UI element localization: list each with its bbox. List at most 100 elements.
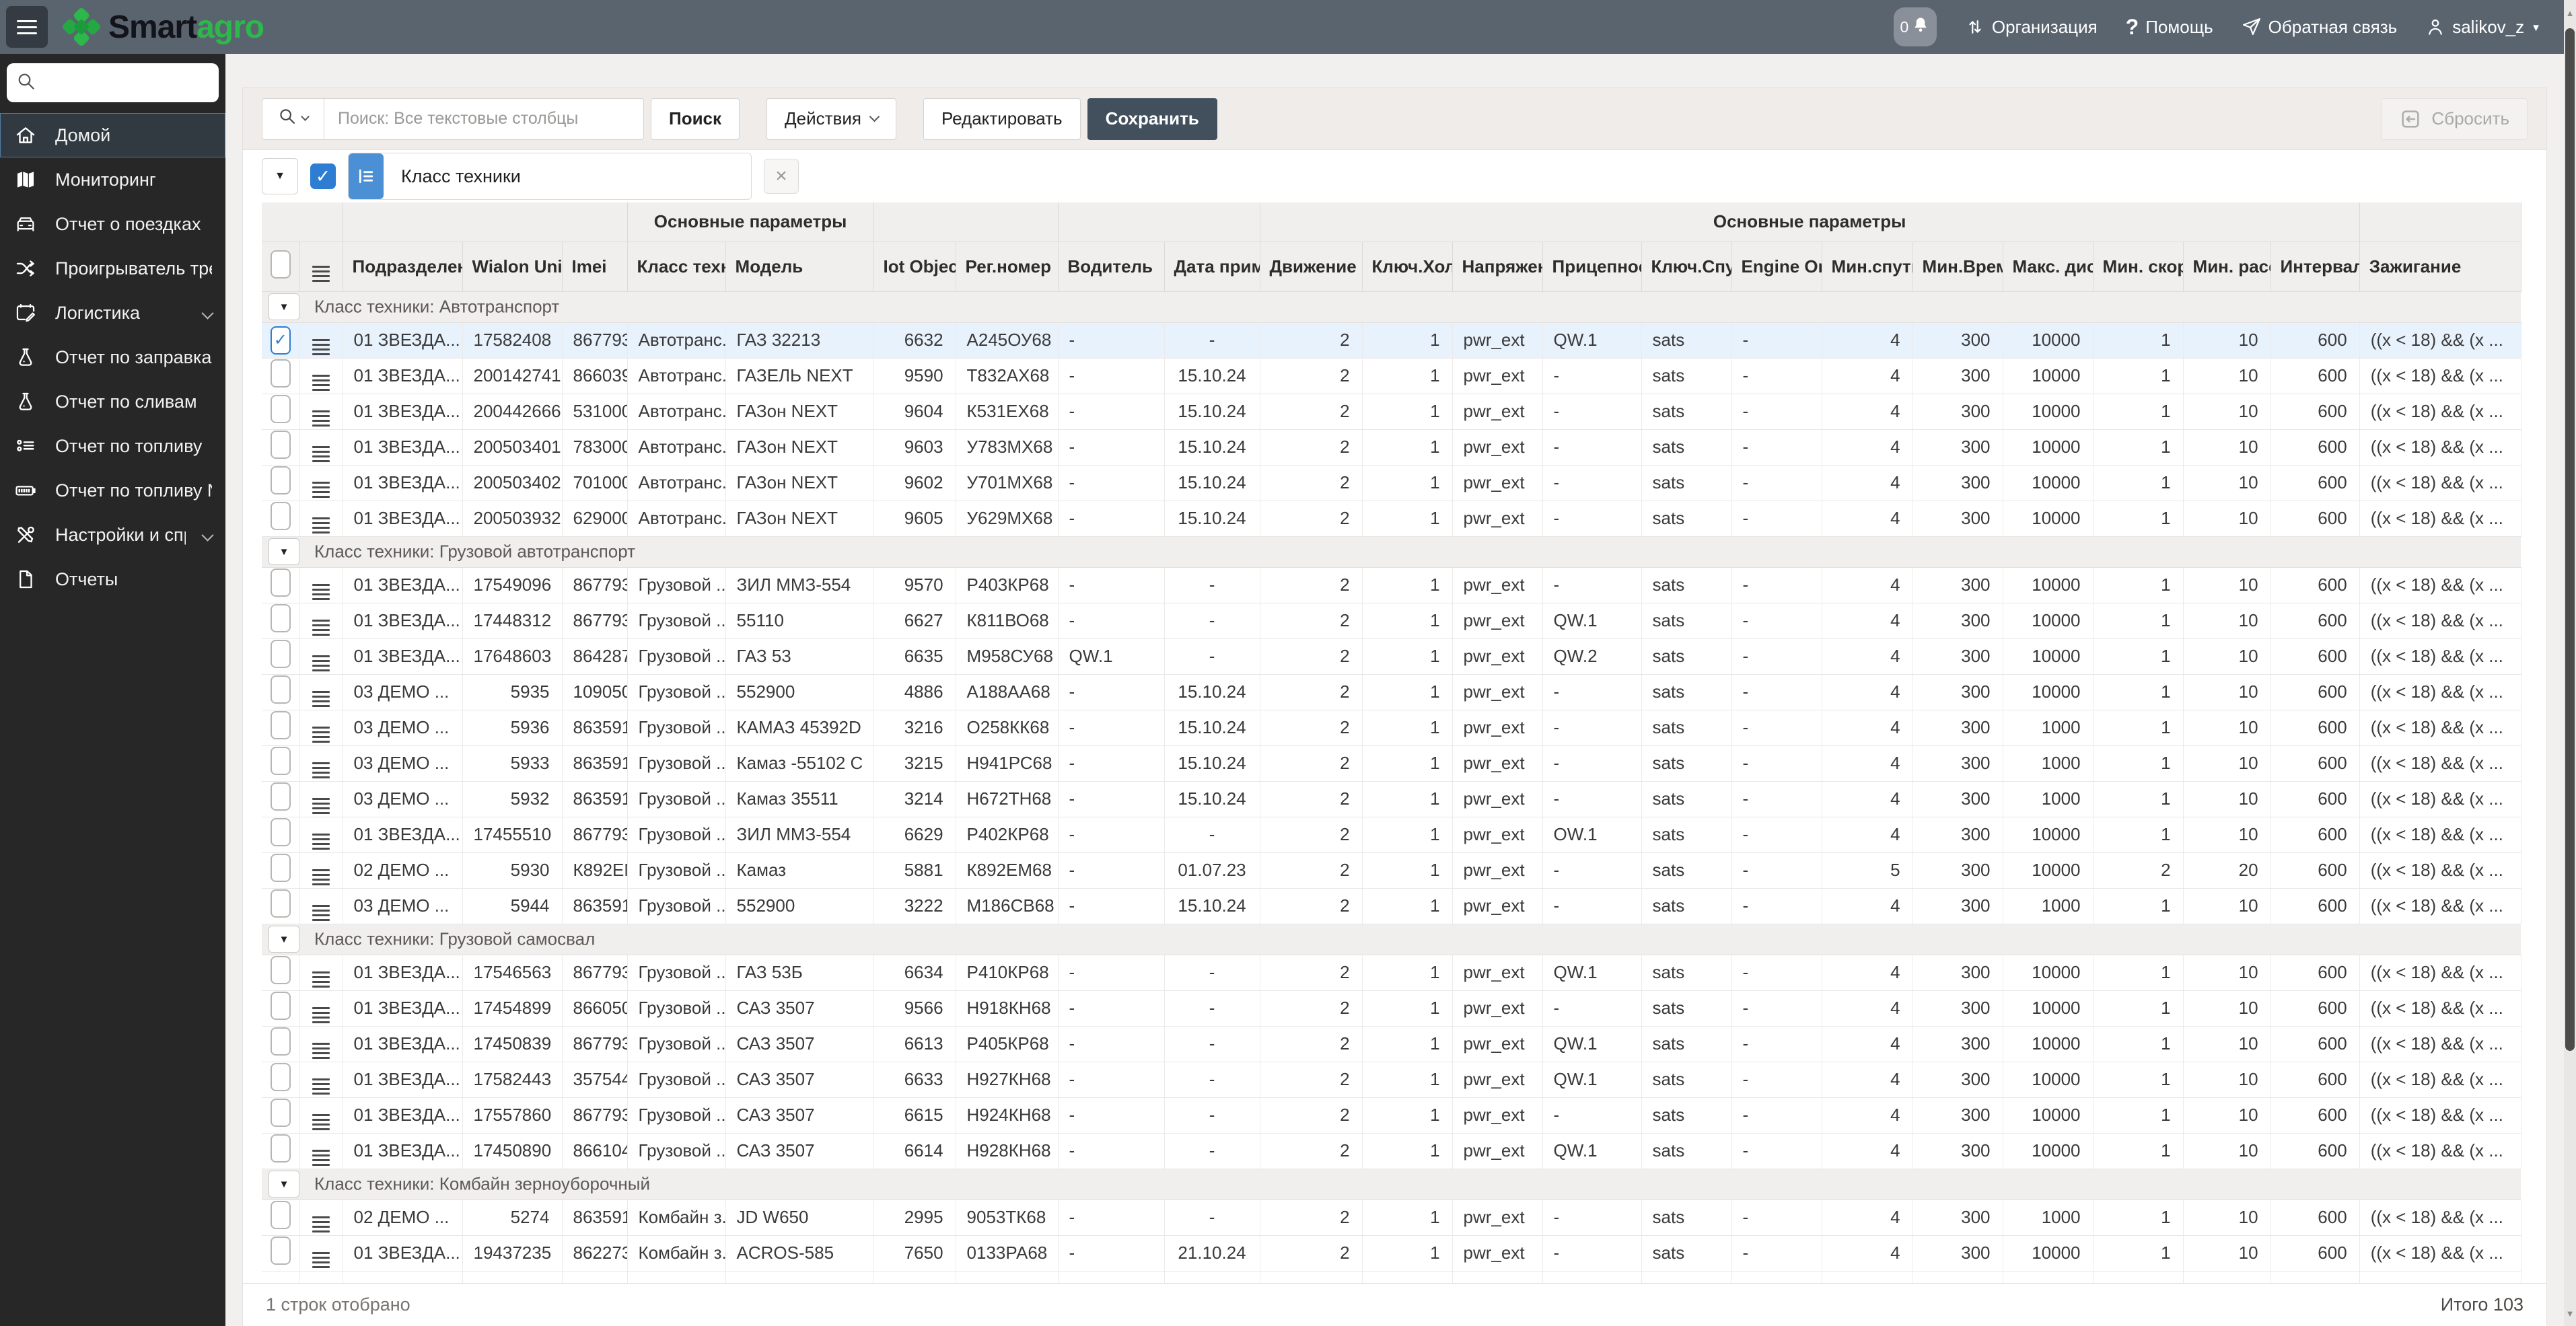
row-menu-button[interactable] — [299, 1026, 343, 1062]
edit-button[interactable]: Редактировать — [923, 98, 1081, 140]
sidebar-item-reports[interactable]: Отчеты — [0, 557, 225, 601]
row-checkbox[interactable] — [262, 501, 300, 537]
sidebar-search-input[interactable] — [43, 72, 209, 94]
row-menu-button[interactable] — [299, 1133, 343, 1169]
row-menu-button[interactable] — [299, 745, 343, 782]
table-row[interactable]: 01 ЗВЕЗДА...17549096867793036...Грузовой… — [262, 567, 2521, 603]
table-row[interactable]: 01 ЗВЕЗДА...17448312867793036...Грузовой… — [262, 603, 2521, 639]
row-checkbox[interactable] — [262, 638, 300, 675]
row-menu-button[interactable] — [299, 955, 343, 991]
sidebar-item-fuel-report-new[interactable]: Отчет по топливу NEW — [0, 468, 225, 513]
user-menu-item[interactable]: salikov_z ▼ — [2425, 17, 2541, 38]
row-menu-button[interactable] — [299, 638, 343, 675]
group-by-icon-button[interactable] — [349, 153, 384, 199]
row-menu-button[interactable] — [299, 888, 343, 924]
row-menu-button[interactable] — [299, 322, 343, 359]
table-row[interactable]: 01 ЗВЕЗДА...19437235862273042...Комбайн … — [262, 1235, 2521, 1272]
group-collapse-button[interactable]: ▼ — [269, 1171, 299, 1198]
select-all-checkbox[interactable] — [262, 242, 300, 292]
table-row[interactable]: 01 ЗВЕЗДА...17557860867793036...Грузовой… — [262, 1097, 2521, 1134]
column-header-maks-distan[interactable]: Макс. дистан — [2003, 242, 2094, 292]
column-header-model[interactable]: Модель — [725, 242, 874, 292]
filter-dropdown-button[interactable]: ▼ — [262, 158, 298, 194]
organization-menu-item[interactable]: Организация — [1965, 17, 2098, 38]
table-row[interactable]: 01 ЗВЕЗДА...200142741866039047...Автотра… — [262, 358, 2521, 394]
row-checkbox[interactable] — [262, 1062, 300, 1098]
row-checkbox[interactable] — [262, 394, 300, 430]
sidebar-item-trips-report[interactable]: Отчет о поездках — [0, 202, 225, 246]
reset-button[interactable]: Сбросить — [2381, 98, 2528, 140]
row-menu-button[interactable] — [299, 501, 343, 537]
table-row[interactable]: 01 ЗВЕЗДА...200503402701000001Автотранс.… — [262, 465, 2521, 501]
table-row[interactable]: 03 ДЕМО ...5935109050851...Грузовой ...5… — [262, 674, 2521, 710]
row-menu-button[interactable] — [299, 852, 343, 889]
group-collapse-button[interactable]: ▼ — [269, 926, 299, 953]
table-row[interactable]: 01 ЗВЕЗДА...200503932629000001Автотранс.… — [262, 501, 2521, 537]
scroll-down-arrow[interactable]: ▼ — [2564, 1303, 2576, 1323]
window-scrollbar[interactable]: ▲ ▼ — [2564, 0, 2576, 1326]
row-checkbox[interactable] — [262, 955, 300, 991]
table-row[interactable]: 01 ЗВЕЗДА...17546563867793036...Грузовой… — [262, 955, 2521, 991]
sidebar-toggle-button[interactable] — [6, 6, 48, 48]
column-header-reg-nomer[interactable]: Рег.номер — [956, 242, 1059, 292]
row-menu-button[interactable] — [299, 710, 343, 746]
row-checkbox[interactable] — [262, 465, 300, 501]
search-input[interactable] — [324, 98, 644, 140]
column-header-imei[interactable]: Imei — [562, 242, 628, 292]
row-checkbox[interactable] — [262, 888, 300, 924]
sidebar-item-home[interactable]: Домой — [0, 113, 225, 157]
table-row[interactable]: 03 ДЕМО ...5933863591024...Грузовой ...К… — [262, 745, 2521, 782]
row-checkbox[interactable] — [262, 1097, 300, 1134]
row-checkbox[interactable] — [262, 1133, 300, 1169]
sidebar-search-box[interactable] — [7, 63, 219, 102]
table-row[interactable]: 01 ЗВЕЗДА...200442666531000001Автотранс.… — [262, 394, 2521, 430]
table-row[interactable]: 01 ЗВЕЗДА...17455510867793036...Грузовой… — [262, 817, 2521, 853]
row-checkbox[interactable] — [262, 990, 300, 1027]
column-header-napryazhenie[interactable]: Напряжение. — [1452, 242, 1543, 292]
search-scope-button[interactable] — [262, 98, 324, 140]
scroll-up-arrow[interactable]: ▲ — [2564, 3, 2576, 23]
row-menu-button[interactable] — [299, 358, 343, 394]
table-row[interactable]: 03 ДЕМО ...5932863591029...Грузовой ...К… — [262, 781, 2521, 817]
row-menu-button[interactable] — [299, 1235, 343, 1272]
table-row[interactable]: 03 ДЕМО ...5944863591025...Грузовой ...5… — [262, 888, 2521, 924]
row-menu-button[interactable] — [299, 567, 343, 603]
row-checkbox[interactable] — [262, 817, 300, 853]
row-checkbox[interactable] — [262, 429, 300, 466]
column-header-voditel[interactable]: Водитель — [1058, 242, 1165, 292]
table-row[interactable]: 01 ЗВЕЗДА...200503401783000000...Автотра… — [262, 429, 2521, 466]
row-menu-button[interactable] — [299, 781, 343, 817]
row-menu-button[interactable] — [299, 465, 343, 501]
column-header-engine-on[interactable]: Engine On Mi — [1731, 242, 1822, 292]
row-menu-button[interactable] — [299, 817, 343, 853]
row-menu-button[interactable] — [299, 603, 343, 639]
column-header-klass-tekhniki[interactable]: Класс техник — [627, 242, 726, 292]
row-checkbox[interactable] — [262, 358, 300, 394]
table-row[interactable]: 02 ДЕМО ...5274863591023...Комбайн з...J… — [262, 1200, 2521, 1236]
row-checkbox[interactable] — [262, 852, 300, 889]
row-checkbox[interactable]: ✓ — [262, 322, 300, 359]
column-header-min-sputnik[interactable]: Мин.спутник — [1822, 242, 1913, 292]
column-header-min-rasstoya[interactable]: Мин. расстоя — [2183, 242, 2271, 292]
column-header-zazhiganie[interactable]: Зажигание — [2359, 242, 2521, 292]
sidebar-item-logistics[interactable]: Логистика — [0, 291, 225, 335]
column-header-data-primen[interactable]: Дата примен — [1164, 242, 1260, 292]
help-menu-item[interactable]: ? Помощь — [2126, 15, 2213, 40]
row-checkbox[interactable] — [262, 603, 300, 639]
row-menu-button[interactable] — [299, 674, 343, 710]
filter-checkbox[interactable]: ✓ — [310, 163, 336, 189]
row-menu-button[interactable] — [299, 1097, 343, 1134]
table-row[interactable]: ✓ 01 ЗВЕЗДА...17582408867793036...Автотра… — [262, 322, 2521, 359]
row-checkbox[interactable] — [262, 781, 300, 817]
sidebar-item-track-player[interactable]: Проигрыватель треков — [0, 246, 225, 291]
table-row[interactable]: 01 ЗВЕЗДА...17454899866050039...Грузовой… — [262, 990, 2521, 1027]
table-row[interactable]: 01 ЗВЕЗДА...17450890866104022...Грузовой… — [262, 1133, 2521, 1169]
row-menu-button[interactable] — [299, 1062, 343, 1098]
search-button[interactable]: Поиск — [651, 98, 740, 140]
row-menu-button[interactable] — [299, 990, 343, 1027]
table-row[interactable]: 02 ДЕМО ...5930К892ЕМ68Грузовой ...Камаз… — [262, 852, 2521, 889]
column-header-klyuch-holost[interactable]: Ключ.Холост — [1362, 242, 1453, 292]
remove-filter-button[interactable]: × — [764, 159, 799, 194]
sidebar-item-refuel-report[interactable]: Отчет по заправкам — [0, 335, 225, 379]
table-row[interactable]: 01 ЗВЕЗДА...17648603864287039...Грузовой… — [262, 638, 2521, 675]
